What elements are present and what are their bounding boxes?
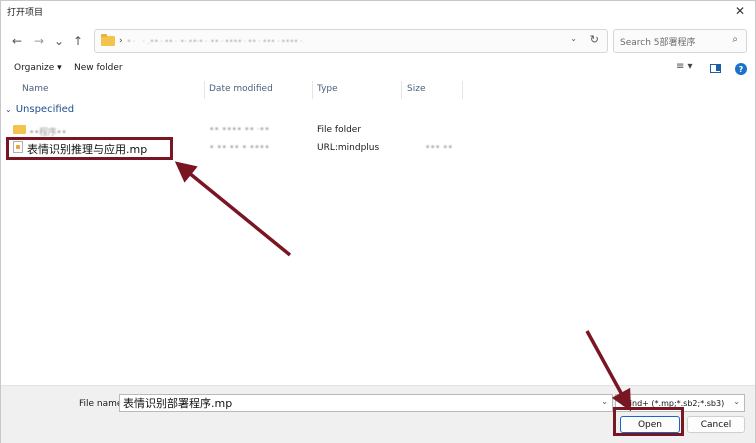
breadcrumb-separator-icon: › (119, 36, 123, 46)
folder-icon (101, 34, 115, 46)
file-date: •• •••• •• ·•• (209, 125, 270, 135)
dialog-title: 打开项目 (7, 7, 44, 18)
organize-button[interactable]: Organize ▾ (14, 63, 62, 73)
title-bar: 打开项目 ✕ (1, 1, 755, 21)
folder-icon (13, 125, 26, 134)
command-toolbar: Organize ▾ New folder ≡ ▾ ? (1, 59, 755, 79)
file-name-input[interactable]: 表情识别部署程序.mp ⌄ (119, 394, 613, 412)
back-button[interactable]: ← (7, 31, 27, 51)
file-size: ••• •• (425, 143, 453, 153)
cancel-button[interactable]: Cancel (687, 416, 745, 433)
up-button[interactable]: ↑ (68, 31, 88, 51)
refresh-icon[interactable]: ↻ (590, 33, 599, 46)
column-divider[interactable] (312, 81, 313, 99)
search-placeholder: Search 5部署程序 (620, 37, 696, 48)
column-divider[interactable] (204, 81, 205, 99)
file-type: File folder (317, 125, 362, 135)
address-bar[interactable]: › • · · .•• · •• · •· ••·• · •• · •••• ·… (94, 29, 608, 53)
chevron-down-icon[interactable]: ⌄ (601, 397, 608, 406)
open-file-dialog: 打开项目 ✕ ← → ⌄ ↑ › • · · .•• · •• · •· ••·… (0, 0, 756, 443)
close-button[interactable]: ✕ (729, 2, 751, 20)
forward-arrow-icon: → (33, 34, 45, 48)
file-name-value: 表情识别部署程序.mp (123, 397, 233, 410)
column-name[interactable]: Name (22, 84, 49, 94)
group-header-unspecified[interactable]: ⌄ Unspecified (5, 104, 74, 115)
up-arrow-icon: ↑ (72, 34, 84, 48)
navigation-bar: ← → ⌄ ↑ › • · · .•• · •• · •· ••·• · •• … (1, 27, 755, 55)
column-divider[interactable] (401, 81, 402, 99)
annotation-highlight-file (6, 137, 173, 160)
back-arrow-icon: ← (11, 34, 23, 48)
chevron-down-icon: ⌄ (733, 397, 740, 406)
column-headers: Name Date modified Type Size (1, 81, 755, 99)
new-folder-button[interactable]: New folder (74, 63, 123, 73)
column-size[interactable]: Size (407, 84, 425, 94)
annotation-arrow-file (174, 161, 292, 257)
column-date-modified[interactable]: Date modified (209, 84, 273, 94)
search-input[interactable]: Search 5部署程序 ⌕ (613, 29, 747, 53)
preview-pane-icon[interactable] (710, 64, 721, 73)
search-icon: ⌕ (732, 34, 738, 45)
annotation-highlight-open (613, 407, 684, 436)
address-dropdown-icon[interactable]: ⌄ (570, 34, 577, 43)
address-path: • · · .•• · •• · •· ••·• · •• · •••• · •… (126, 36, 303, 46)
chevron-down-icon: ⌄ (53, 34, 65, 48)
close-icon: ✕ (734, 4, 746, 18)
column-type[interactable]: Type (317, 84, 338, 94)
file-type: URL:mindplus (317, 143, 380, 153)
view-options-icon[interactable]: ≡ ▾ (676, 61, 693, 72)
help-icon[interactable]: ? (735, 63, 747, 75)
column-divider[interactable] (462, 81, 463, 99)
forward-button[interactable]: → (29, 31, 49, 51)
recent-locations-button[interactable]: ⌄ (49, 31, 69, 51)
file-date: • •• •• • •••• (209, 143, 270, 153)
chevron-down-icon: ⌄ (5, 105, 12, 114)
group-label: Unspecified (15, 104, 75, 115)
